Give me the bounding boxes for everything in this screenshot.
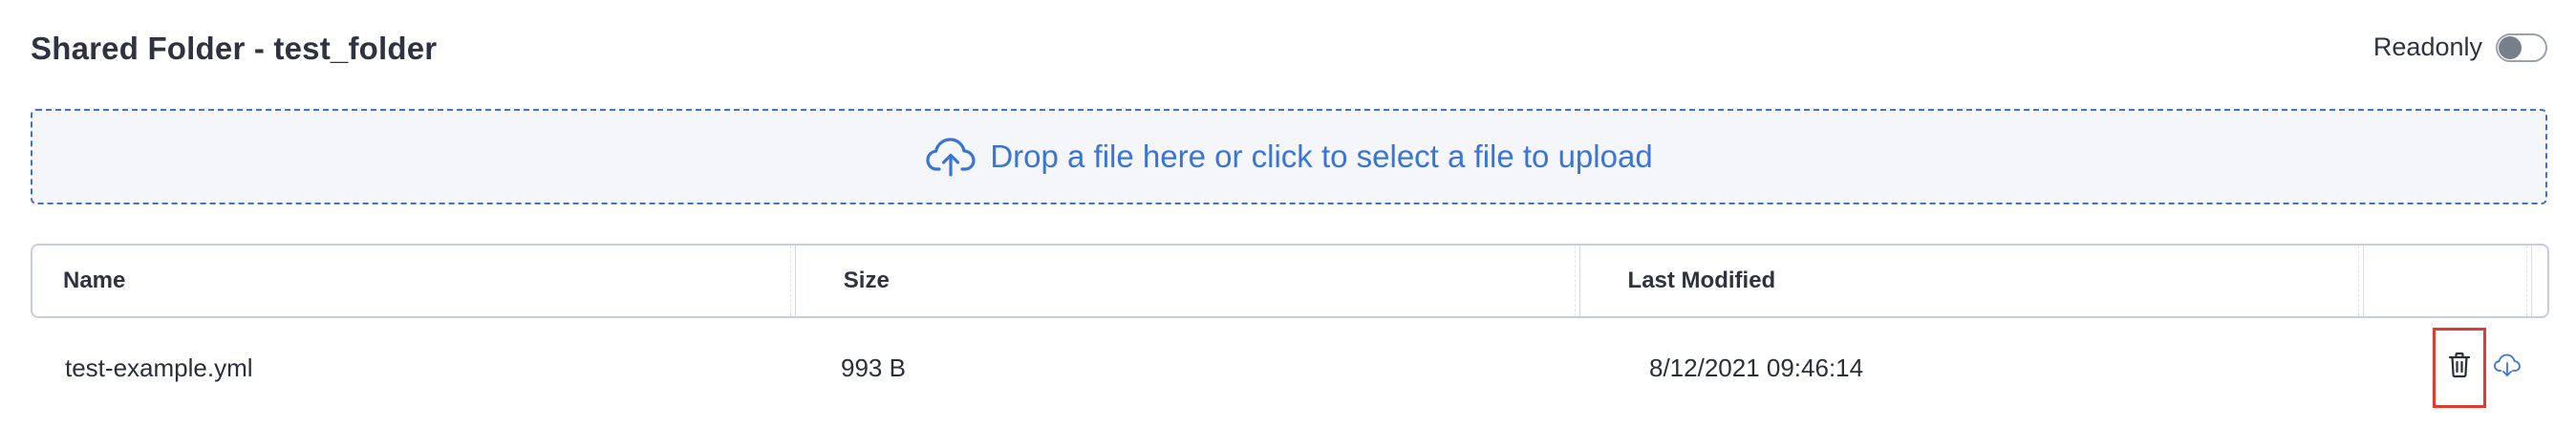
column-header-size[interactable]: Size xyxy=(796,246,1580,316)
file-dropzone[interactable]: Drop a file here or click to select a fi… xyxy=(31,109,2547,204)
file-name: test-example.yml xyxy=(65,353,253,382)
cloud-upload-icon xyxy=(925,135,977,179)
readonly-toggle[interactable] xyxy=(2496,32,2547,62)
toggle-knob xyxy=(2499,35,2522,59)
readonly-label: Readonly xyxy=(2372,32,2482,61)
table-row: test-example.yml 993 B 8/12/2021 09:46:1… xyxy=(31,318,2549,417)
shared-folder-page: Shared Folder - test_folder Readonly Dro… xyxy=(0,0,2576,428)
column-header-spacer xyxy=(2532,246,2547,316)
file-last-modified: 8/12/2021 09:46:14 xyxy=(1649,353,1864,382)
delete-file-button[interactable] xyxy=(2433,328,2486,408)
cloud-download-icon xyxy=(2493,353,2522,384)
column-header-name[interactable]: Name xyxy=(32,246,796,316)
column-header-actions xyxy=(2364,246,2533,316)
trash-icon xyxy=(2448,352,2471,385)
download-file-button[interactable] xyxy=(2490,351,2524,385)
file-size: 993 B xyxy=(841,353,906,382)
dropzone-text: Drop a file here or click to select a fi… xyxy=(990,139,1653,174)
readonly-control: Readonly xyxy=(2373,32,2547,62)
files-table: Name Size Last Modified test-example.yml… xyxy=(31,244,2549,417)
row-actions xyxy=(2366,328,2534,408)
column-header-last-modified[interactable]: Last Modified xyxy=(1580,246,2365,316)
page-title: Shared Folder - test_folder xyxy=(31,31,438,66)
table-header: Name Size Last Modified xyxy=(31,244,2549,318)
